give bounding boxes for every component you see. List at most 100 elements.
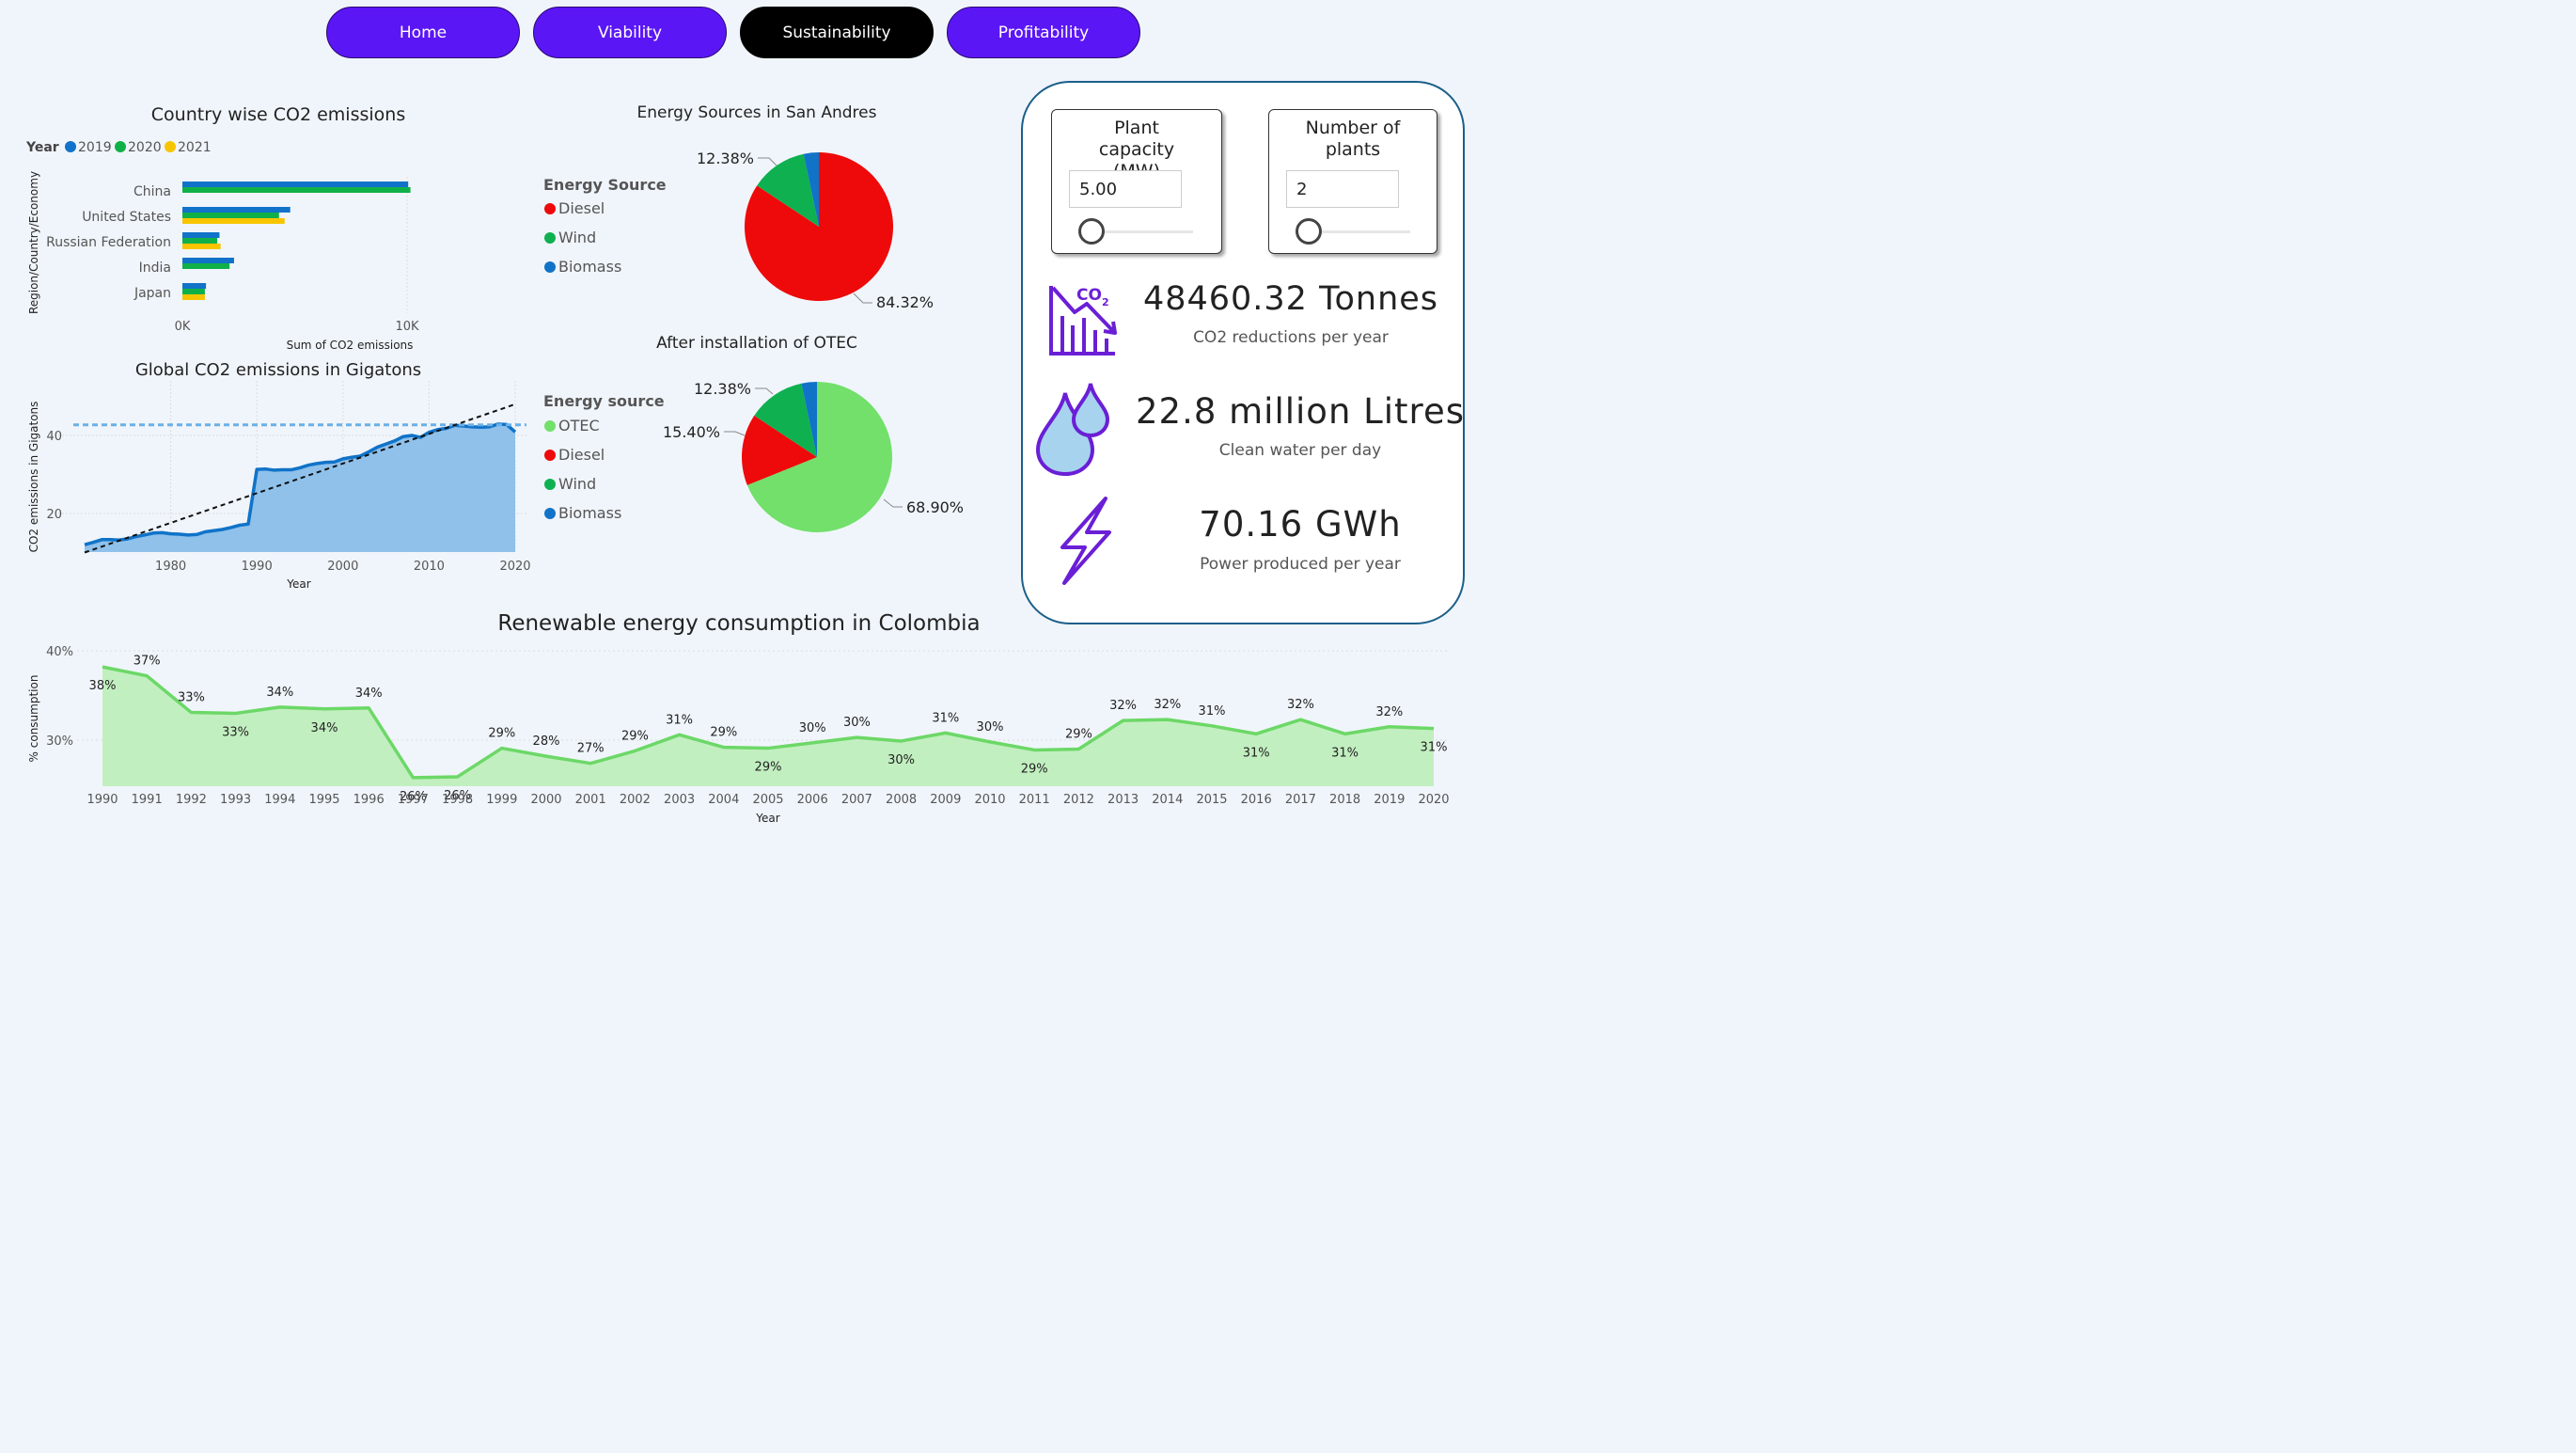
after-otec-pie-chart: After installation of OTEC Energy source… xyxy=(543,334,964,532)
pie-legend-marker xyxy=(544,420,556,432)
nav-sustainability-button[interactable]: Sustainability xyxy=(740,7,934,58)
pie2-legend-title: Energy source xyxy=(543,392,665,410)
pie-legend-marker xyxy=(544,450,556,461)
pie-legend-label: Wind xyxy=(558,475,596,493)
legend-label-2020: 2020 xyxy=(128,140,162,155)
renewable-x-tick: 2012 xyxy=(1063,793,1094,807)
renewable-x-tick: 2008 xyxy=(886,793,917,807)
renewable-data-label: 32% xyxy=(1154,698,1181,712)
renewable-data-label: 32% xyxy=(1375,705,1403,719)
legend-marker-2021 xyxy=(165,141,176,152)
pie-data-label: 84.32% xyxy=(876,293,934,311)
bar-2019 xyxy=(182,232,220,238)
pie1-slices xyxy=(745,152,893,301)
renewable-data-label: 30% xyxy=(887,753,915,767)
renewable-consumption-chart: Renewable energy consumption in Colombia… xyxy=(27,611,1450,825)
pie-leader-line xyxy=(853,292,872,304)
renewable-y-axis-label: % consumption xyxy=(27,675,40,763)
clean-water-value: 22.8 million Litres xyxy=(1136,391,1465,432)
nav-viability-button[interactable]: Viability xyxy=(533,7,727,58)
pie-legend-marker xyxy=(544,232,556,244)
country-label: Japan xyxy=(134,286,171,301)
country-label: India xyxy=(139,261,171,276)
pie-leader-line xyxy=(883,498,903,508)
renewable-x-tick: 1996 xyxy=(353,793,385,807)
renewable-chart-title: Renewable energy consumption in Colombia xyxy=(497,611,980,636)
pie-legend-marker xyxy=(544,261,556,273)
global-x-tick: 2010 xyxy=(414,560,445,574)
number-of-plants-slider-handle[interactable] xyxy=(1296,218,1322,245)
pie1-legend: Diesel Wind Biomass xyxy=(544,199,621,276)
country-y-axis-label: Region/Country/Economy xyxy=(27,171,40,314)
power-produced-value: 70.16 GWh xyxy=(1199,504,1402,545)
renewable-data-label: 31% xyxy=(932,711,959,725)
bar-2019 xyxy=(182,182,409,187)
renewable-data-label: 30% xyxy=(977,720,1004,734)
renewable-x-tick: 2000 xyxy=(530,793,561,807)
renewable-x-tick: 2019 xyxy=(1374,793,1405,807)
clean-water-label: Clean water per day xyxy=(1218,441,1382,460)
renewable-x-ticks: 1990 1991 1992 1993 1994 1995 1996 1997 1998 1999… xyxy=(86,793,1449,807)
country-x-tick: 10K xyxy=(395,320,419,334)
number-of-plants-title: Number of plants xyxy=(1305,118,1401,160)
pie-data-label: 68.90% xyxy=(906,498,964,516)
renewable-x-tick: 2011 xyxy=(1019,793,1050,807)
bar-2021 xyxy=(182,218,285,224)
bar-2020 xyxy=(182,263,230,269)
svg-text:CO: CO xyxy=(1076,286,1102,305)
bar-2020 xyxy=(182,213,279,218)
nav-home-button[interactable]: Home xyxy=(326,7,520,58)
renewable-x-tick: 1991 xyxy=(132,793,163,807)
pie-data-label: 12.38% xyxy=(697,150,754,167)
renewable-data-label: 32% xyxy=(1287,698,1314,712)
renewable-x-tick: 2004 xyxy=(708,793,739,807)
lightning-bolt-icon xyxy=(1060,497,1111,585)
renewable-x-tick: 1999 xyxy=(486,793,517,807)
country-label: United States xyxy=(82,210,171,225)
renewable-x-tick: 2015 xyxy=(1196,793,1227,807)
pie1-legend-title: Energy Source xyxy=(543,176,667,194)
renewable-x-tick: 2020 xyxy=(1418,793,1449,807)
renewable-data-label: 31% xyxy=(1199,704,1226,719)
renewable-x-tick: 2002 xyxy=(620,793,651,807)
pie-legend-label: Diesel xyxy=(558,199,605,217)
power-produced-label: Power produced per year xyxy=(1200,555,1401,574)
pie-legend-marker xyxy=(544,508,556,519)
renewable-x-tick: 2005 xyxy=(752,793,783,807)
renewable-x-tick: 2007 xyxy=(841,793,872,807)
global-y-tick: 40 xyxy=(46,430,62,444)
renewable-x-tick: 2018 xyxy=(1329,793,1360,807)
pie-legend-marker xyxy=(544,203,556,214)
renewable-data-label: 34% xyxy=(266,686,293,700)
renewable-x-tick: 1993 xyxy=(220,793,251,807)
pie-legend-label: Biomass xyxy=(558,258,621,276)
plant-capacity-input[interactable] xyxy=(1069,170,1182,208)
pie-data-label: 15.40% xyxy=(663,423,720,441)
pie2-legend: OTEC Diesel Wind Biomass xyxy=(544,417,621,522)
pie-data-label: 12.38% xyxy=(694,380,751,398)
renewable-x-tick: 2009 xyxy=(930,793,961,807)
country-co2-chart: Country wise CO2 emissions Year 2019 2020… xyxy=(25,104,419,352)
renewable-data-label: 31% xyxy=(1421,741,1448,755)
bar-2021 xyxy=(182,294,205,300)
renewable-data-label: 29% xyxy=(621,729,649,743)
renewable-data-label: 29% xyxy=(1021,762,1048,776)
renewable-x-tick: 2016 xyxy=(1241,793,1272,807)
pie-legend-label: Biomass xyxy=(558,504,621,522)
renewable-x-tick: 2017 xyxy=(1285,793,1316,807)
pie-leader-line xyxy=(724,431,746,436)
plant-capacity-slicer[interactable]: Plant capacity (MW) xyxy=(1051,109,1222,254)
renewable-data-label: 34% xyxy=(355,687,383,701)
plant-capacity-slider-handle[interactable] xyxy=(1078,218,1105,245)
pie-legend-label: Wind xyxy=(558,229,596,246)
renewable-data-label: 27% xyxy=(577,742,605,756)
water-drops-icon xyxy=(1035,383,1110,477)
country-x-tick: 0K xyxy=(175,320,191,334)
number-of-plants-input[interactable] xyxy=(1286,170,1399,208)
nav-profitability-button[interactable]: Profitability xyxy=(947,7,1140,58)
number-of-plants-slicer[interactable]: Number of plants xyxy=(1268,109,1437,254)
co2-reduction-value: 48460.32 Tonnes xyxy=(1142,280,1439,318)
renewable-data-label: 29% xyxy=(1065,728,1092,742)
renewable-data-label: 29% xyxy=(755,761,782,775)
renewable-data-label: 31% xyxy=(1243,746,1270,760)
